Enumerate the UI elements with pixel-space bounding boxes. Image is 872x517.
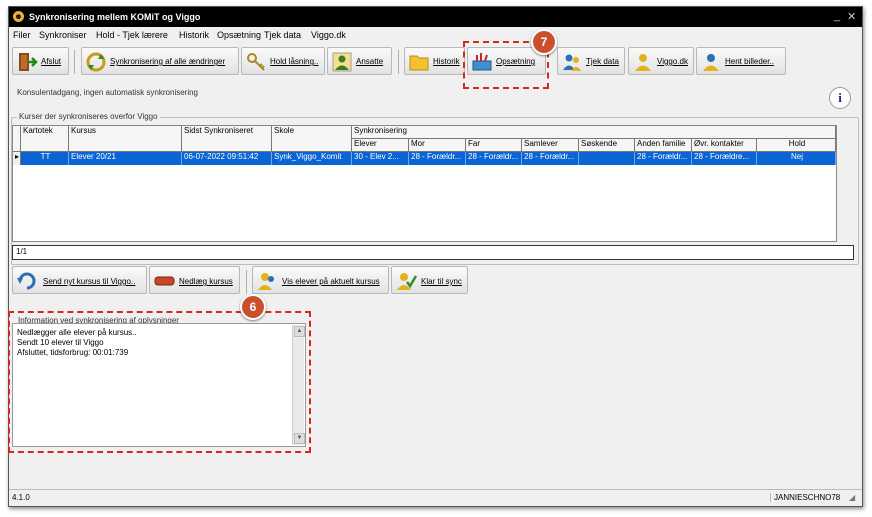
hent-billeder-button[interactable]: Hent billeder.. — [696, 47, 786, 75]
sync-all-label: Synkronisering af alle ændringer — [110, 57, 226, 66]
annotation-highlight-6 — [8, 311, 311, 453]
cell-kursus: Elever 20/21 — [69, 152, 182, 165]
menu-hold-tjek-laerere[interactable]: Hold - Tjek lærere — [96, 30, 168, 40]
annotation-badge-6: 6 — [240, 294, 266, 320]
nedlaeg-kursus-label: Nedlæg kursus — [179, 277, 233, 286]
app-logo-icon: ☻ — [13, 11, 24, 22]
col-elever[interactable]: Elever — [352, 139, 409, 152]
col-kursus[interactable]: Kursus — [69, 126, 182, 152]
annotation-badge-7: 7 — [531, 29, 557, 55]
status-bar: 4.1.0 JANNIESCHNO78 ◢ — [9, 489, 862, 506]
cell-mor: 28 - Forældr... — [409, 152, 466, 165]
klar-til-sync-label: Klar til sync — [421, 277, 462, 286]
vis-elever-button[interactable]: Vis elever på aktuelt kursus — [252, 266, 389, 294]
viggo-dk-button[interactable]: Viggo.dk — [628, 47, 694, 75]
menu-historik[interactable]: Historik — [179, 30, 209, 40]
close-button[interactable]: ✕ — [847, 10, 856, 23]
minimize-button[interactable]: _ — [834, 10, 840, 22]
courses-grid: Kartotek Kursus Sidst Synkroniseret Skol… — [12, 125, 837, 242]
users-icon — [258, 273, 274, 290]
user-photo-icon — [703, 54, 719, 71]
cell-soskende — [579, 152, 635, 165]
action-divider — [246, 270, 247, 294]
hold-laasning-button[interactable]: Hold låsning.. — [241, 47, 325, 75]
connection-status-text: Konsulentadgang, ingen automatisk synkro… — [17, 88, 199, 97]
afslut-label: Afslut — [41, 57, 62, 66]
col-far[interactable]: Far — [466, 139, 522, 152]
pager: 1/1 — [12, 245, 854, 260]
historik-button[interactable]: Historik — [404, 47, 465, 75]
hent-billeder-label: Hent billeder.. — [725, 57, 774, 66]
col-ovr-kontakter[interactable]: Øvr. kontakter — [692, 139, 757, 152]
menu-viggo-dk[interactable]: Viggo.dk — [311, 30, 346, 40]
menu-filer[interactable]: Filer — [13, 30, 31, 40]
cell-far: 28 - Forældr... — [466, 152, 522, 165]
remove-bar-icon — [154, 276, 175, 286]
send-nyt-kursus-label: Send nyt kursus til Viggo.. — [43, 277, 136, 286]
title-bar: ☻ Synkronisering mellem KOMiT og Viggo _… — [9, 7, 862, 27]
cell-anden-familie: 28 - Forældr... — [635, 152, 692, 165]
cell-ovr-kontakter: 28 - Forældre... — [692, 152, 757, 165]
viggo-dk-label: Viggo.dk — [657, 57, 688, 66]
ansatte-label: Ansatte — [356, 57, 384, 66]
user-icon — [635, 54, 651, 71]
nedlaeg-kursus-button[interactable]: Nedlæg kursus — [149, 266, 240, 294]
users-check-icon — [563, 54, 581, 71]
col-mor[interactable]: Mor — [409, 139, 466, 152]
resize-grip-icon[interactable]: ◢ — [849, 493, 855, 502]
keys-icon — [247, 53, 265, 71]
exit-door-icon — [19, 53, 38, 71]
col-group-synkronisering: Synkronisering — [352, 126, 836, 139]
toolbar-divider — [398, 50, 399, 74]
historik-label: Historik — [433, 57, 460, 66]
folder-icon — [409, 55, 429, 71]
toolbar: Afslut Synkronisering af alle ændringer … — [9, 44, 862, 80]
tjek-data-label: Tjek data — [586, 57, 619, 66]
hold-laasning-label: Hold låsning.. — [270, 57, 319, 66]
col-samlever[interactable]: Samlever — [522, 139, 579, 152]
cell-skole: Synk_Viggo_Komit — [272, 152, 352, 165]
sync-arrows-icon — [86, 52, 106, 72]
window-title: Synkronisering mellem KOMiT og Viggo — [29, 12, 201, 22]
vis-elever-label: Vis elever på aktuelt kursus — [282, 277, 380, 286]
ansatte-button[interactable]: Ansatte — [327, 47, 392, 75]
employee-icon — [332, 52, 352, 72]
cell-hold: Nej — [757, 152, 836, 165]
cell-elever: 30 - Elev 2... — [352, 152, 409, 165]
col-skole[interactable]: Skole — [272, 126, 352, 152]
col-sidst-synkroniseret[interactable]: Sidst Synkroniseret — [182, 126, 272, 152]
send-nyt-kursus-button[interactable]: Send nyt kursus til Viggo.. — [12, 266, 147, 294]
info-icon[interactable]: i — [829, 87, 851, 109]
afslut-button[interactable]: Afslut — [12, 47, 69, 75]
user-checkmark-icon — [397, 273, 417, 290]
sync-all-button[interactable]: Synkronisering af alle ændringer — [81, 47, 239, 75]
user-name-text: JANNIESCHNO78 — [770, 493, 840, 502]
menu-synkroniser[interactable]: Synkroniser — [39, 30, 87, 40]
menu-bar: Filer Synkroniser Hold - Tjek lærere His… — [9, 27, 862, 43]
col-soskende[interactable]: Søskende — [579, 139, 635, 152]
send-arrow-icon — [17, 272, 36, 290]
cell-sidst-synkroniseret: 06-07-2022 09:51:42 — [182, 152, 272, 165]
cell-samlever: 28 - Forældr... — [522, 152, 579, 165]
grid-corner-icon — [13, 126, 21, 152]
row-selector-icon: ▸ — [13, 152, 21, 165]
col-hold[interactable]: Hold — [757, 139, 836, 152]
version-text: 4.1.0 — [12, 493, 30, 502]
col-kartotek[interactable]: Kartotek — [21, 126, 69, 152]
col-anden-familie[interactable]: Anden familie — [635, 139, 692, 152]
toolbar-divider — [74, 50, 75, 74]
menu-opsaetning[interactable]: Opsætning — [217, 30, 261, 40]
cell-kartotek: TT — [21, 152, 69, 165]
menu-tjek-data[interactable]: Tjek data — [264, 30, 301, 40]
courses-legend: Kurser der synkroniseres overfor Viggo — [17, 112, 160, 121]
tjek-data-button[interactable]: Tjek data — [557, 47, 625, 75]
klar-til-sync-button[interactable]: Klar til sync — [391, 266, 468, 294]
pager-label: 1/1 — [16, 247, 28, 256]
